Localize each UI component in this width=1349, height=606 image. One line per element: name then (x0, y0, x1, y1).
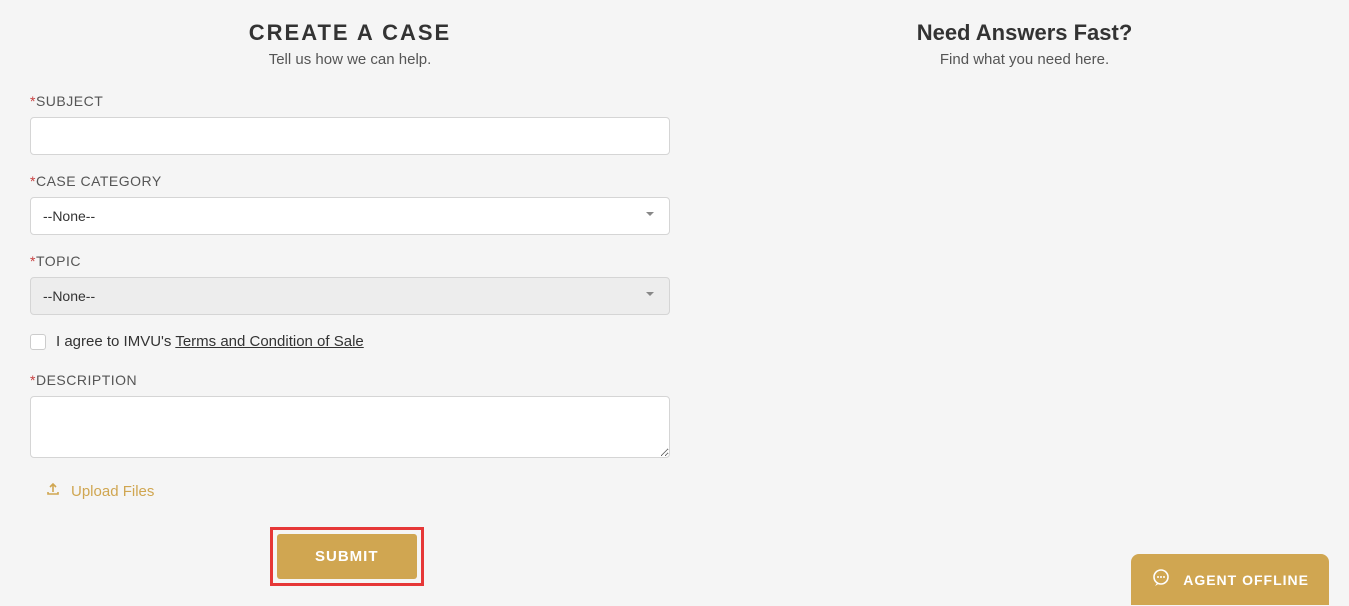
subject-label: *SUBJECT (30, 93, 670, 109)
upload-files-button[interactable]: Upload Files (30, 481, 670, 502)
topic-group: *TOPIC --None-- (30, 253, 670, 315)
terms-text: I agree to IMVU's Terms and Condition of… (56, 333, 364, 350)
topic-label: *TOPIC (30, 253, 670, 269)
page-subtitle: Tell us how we can help. (30, 51, 670, 68)
create-case-form: CREATE A CASE Tell us how we can help. *… (0, 20, 700, 586)
submit-button[interactable]: SUBMIT (277, 534, 417, 579)
subject-group: *SUBJECT (30, 93, 670, 155)
chat-label: AGENT OFFLINE (1183, 572, 1309, 588)
topic-select[interactable]: --None-- (30, 277, 670, 315)
topic-label-text: TOPIC (36, 253, 81, 269)
answers-panel: Need Answers Fast? Find what you need he… (700, 20, 1349, 586)
page-title: CREATE A CASE (30, 20, 670, 46)
answers-heading: Need Answers Fast? (730, 20, 1319, 46)
upload-icon (45, 481, 61, 502)
category-select-wrapper: --None-- (30, 197, 670, 235)
category-label-text: CASE CATEGORY (36, 173, 162, 189)
category-group: *CASE CATEGORY --None-- (30, 173, 670, 235)
description-group: *DESCRIPTION (30, 372, 670, 463)
description-label: *DESCRIPTION (30, 372, 670, 388)
terms-checkbox[interactable] (30, 334, 46, 350)
upload-label: Upload Files (71, 483, 154, 500)
agree-prefix: I agree to IMVU's (56, 333, 175, 350)
category-label: *CASE CATEGORY (30, 173, 670, 189)
description-textarea[interactable] (30, 396, 670, 458)
terms-checkbox-row: I agree to IMVU's Terms and Condition of… (30, 333, 670, 350)
subject-label-text: SUBJECT (36, 93, 103, 109)
topic-select-wrapper: --None-- (30, 277, 670, 315)
terms-link[interactable]: Terms and Condition of Sale (175, 333, 363, 350)
submit-highlight: SUBMIT (270, 527, 424, 586)
answers-sub: Find what you need here. (730, 51, 1319, 68)
chat-icon (1151, 568, 1171, 591)
live-chat-widget[interactable]: AGENT OFFLINE (1131, 554, 1329, 605)
description-label-text: DESCRIPTION (36, 372, 137, 388)
subject-input[interactable] (30, 117, 670, 155)
category-select[interactable]: --None-- (30, 197, 670, 235)
